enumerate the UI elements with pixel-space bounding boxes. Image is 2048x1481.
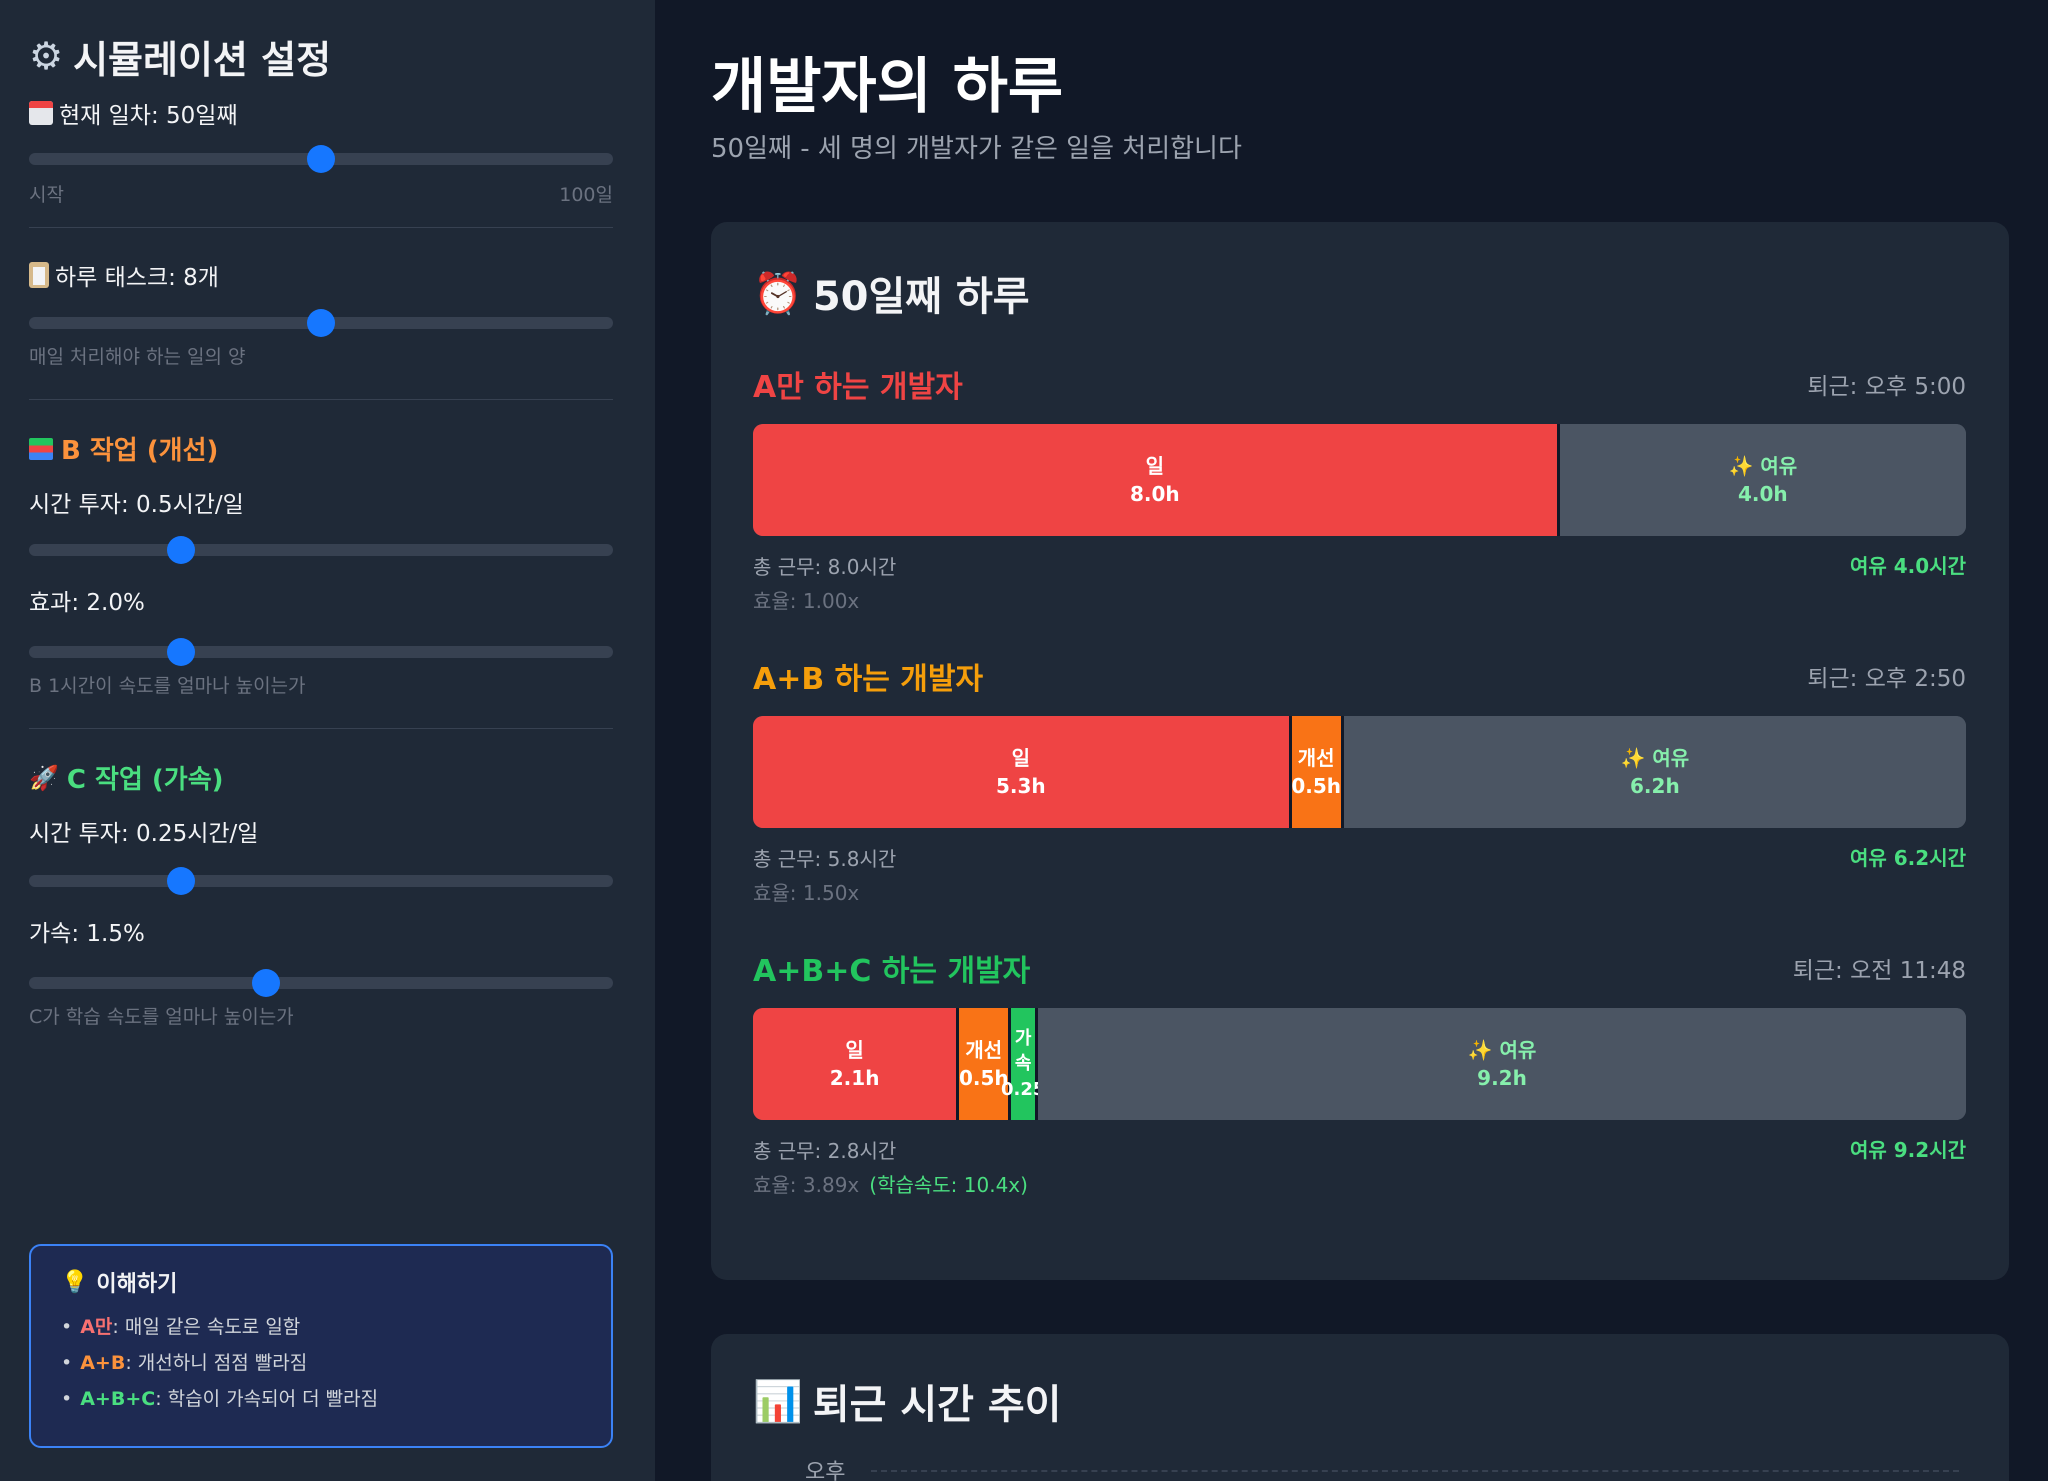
dev-ab: A+B 하는 개발자 퇴근: 오후 2:50 일 5.3h 개선 0.5h ✨ … [753,656,1966,910]
b-time-slider[interactable] [29,536,613,564]
page-subtitle: 50일째 - 세 명의 개발자가 같은 일을 처리합니다 [711,134,1242,164]
slider-thumb[interactable] [307,145,335,173]
work-segment: 일 5.3h [753,716,1292,828]
b-section-title: B 작업 (개선) [29,430,626,467]
time-bar: 일 5.3h 개선 0.5h ✨ 여유 6.2h [753,716,1966,828]
spare-time: 여유 4.0시간 [1850,554,1966,578]
slider-track[interactable] [29,875,613,887]
dev-a: A만 하는 개발자 퇴근: 오후 5:00 일 8.0h ✨ 여유 4.0h 총… [753,364,1966,618]
books-icon [29,437,53,460]
dev-name: A만 하는 개발자 [753,370,963,405]
time-bar: 일 2.1h 개선 0.5h 가속 0.25 ✨ 여유 9.2h [753,1008,1966,1120]
total-work: 총 근무: 2.8시간 [753,1139,897,1163]
c-accel-slider[interactable] [29,969,613,997]
dev-abc: A+B+C 하는 개발자 퇴근: 오전 11:48 일 2.1h 개선 0.5h… [753,948,1966,1202]
spare-time: 여유 6.2시간 [1850,846,1966,870]
sidebar-title: ⚙ 시뮬레이션 설정 [29,34,332,82]
b-effect-slider[interactable] [29,638,613,666]
b-hint: B 1시간이 속도를 얼마나 높이는가 [29,675,306,697]
dev-name: A+B+C 하는 개발자 [753,954,1031,989]
c-section-title: 🚀 C 작업 (가속) [29,763,224,796]
leave-time: 퇴근: 오후 2:50 [1807,666,1966,692]
bar-chart-icon: 📊 [753,1378,803,1425]
chart-gridline [871,1470,1959,1472]
improve-segment: 개선 0.5h [959,1008,1012,1120]
divider [29,227,613,228]
free-segment: ✨ 여유 6.2h [1343,716,1966,828]
day-slider[interactable] [29,145,613,173]
efficiency: 효율: 3.89x (학습속도: 10.4x) [753,1173,1028,1197]
learning-speed: (학습속도: 10.4x) [869,1173,1028,1197]
slider-thumb[interactable] [251,969,280,997]
efficiency: 효율: 1.50x [753,881,860,905]
calendar-icon [29,101,53,125]
spare-time: 여유 9.2시간 [1850,1138,1966,1162]
free-segment: ✨ 여유 4.0h [1559,424,1966,536]
day-range: 시작 100일 [29,184,613,206]
slider-thumb[interactable] [307,309,335,337]
total-work: 총 근무: 8.0시간 [753,555,897,579]
tasks-slider[interactable] [29,309,613,337]
c-time-label: 시간 투자: 0.25시간/일 [29,821,259,847]
time-bar: 일 8.0h ✨ 여유 4.0h [753,424,1966,536]
improve-segment: 개선 0.5h [1291,716,1344,828]
info-line-abc: • A+B+C: 학습이 가속되어 더 빨라짐 [61,1388,379,1410]
leave-time: 퇴근: 오전 11:48 [1792,958,1966,984]
dev-name: A+B 하는 개발자 [753,662,984,697]
chart-y-label: 오후 [805,1460,846,1481]
divider [29,399,613,400]
page-title: 개발자의 하루 [711,52,1064,122]
b-effect-label: 효과: 2.0% [29,590,145,616]
slider-track[interactable] [29,544,613,556]
info-box: 💡 이해하기 • A만: 매일 같은 속도로 일함 • A+B: 개선하니 점점 빨… [29,1244,613,1448]
free-segment: ✨ 여유 9.2h [1038,1008,1966,1120]
gear-icon: ⚙ [29,34,64,78]
trend-card-title: 📊 퇴근 시간 추이 [753,1378,1062,1429]
tasks-hint: 매일 처리해야 하는 일의 양 [29,346,246,368]
settings-sidebar: ⚙ 시뮬레이션 설정 현재 일차: 50일째 시작 100일 하루 태스크: 8… [0,0,655,1481]
c-time-slider[interactable] [29,867,613,895]
slider-thumb[interactable] [166,536,195,564]
alarm-clock-icon: ⏰ [753,270,803,317]
accel-segment: 가속 0.25 [1001,1008,1045,1120]
slider-track[interactable] [29,977,613,989]
work-segment: 일 2.1h [753,1008,960,1120]
total-work: 총 근무: 5.8시간 [753,847,897,871]
rocket-icon: 🚀 [29,763,59,792]
day-card-title: ⏰ 50일째 하루 [753,270,1030,321]
trend-card: 📊 퇴근 시간 추이 오후 [711,1334,2009,1481]
divider [29,728,613,729]
main-content: 개발자의 하루 50일째 - 세 명의 개발자가 같은 일을 처리합니다 ⏰ 5… [655,0,2048,1481]
day-card: ⏰ 50일째 하루 A만 하는 개발자 퇴근: 오후 5:00 일 8.0h ✨… [711,222,2009,1280]
slider-thumb[interactable] [166,867,195,895]
info-line-a: • A만: 매일 같은 속도로 일함 [61,1316,301,1338]
work-segment: 일 8.0h [753,424,1560,536]
day-label: 현재 일차: 50일째 [29,96,626,130]
c-accel-label: 가속: 1.5% [29,921,145,947]
info-line-ab: • A+B: 개선하니 점점 빨라짐 [61,1352,308,1374]
info-title: 💡 이해하기 [61,1269,178,1298]
lightbulb-icon: 💡 [61,1269,89,1295]
efficiency: 효율: 1.00x [753,589,860,613]
c-hint: C가 학습 속도를 얼마나 높이는가 [29,1006,294,1028]
b-time-label: 시간 투자: 0.5시간/일 [29,492,244,518]
slider-track[interactable] [29,646,613,658]
clipboard-icon [29,262,49,288]
slider-thumb[interactable] [166,638,195,666]
tasks-label: 하루 태스크: 8개 [29,258,626,292]
leave-time: 퇴근: 오후 5:00 [1807,374,1966,400]
